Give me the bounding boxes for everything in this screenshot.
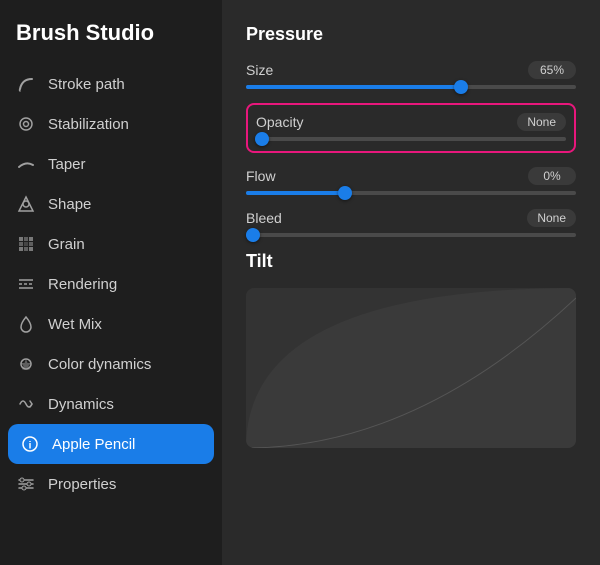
size-thumb[interactable] xyxy=(454,80,468,94)
tilt-section-title: Tilt xyxy=(246,251,576,272)
sidebar-item-shape[interactable]: Shape xyxy=(0,184,222,224)
bleed-slider-row: Bleed None xyxy=(246,209,576,237)
opacity-thumb[interactable] xyxy=(255,132,269,146)
flow-slider-row: Flow 0% xyxy=(246,167,576,195)
app-title: Brush Studio xyxy=(0,20,222,64)
stabilization-icon xyxy=(16,114,36,134)
sidebar-item-apple-pencil[interactable]: i Apple Pencil xyxy=(8,424,214,464)
bleed-track[interactable] xyxy=(246,233,576,237)
size-value: 65% xyxy=(528,61,576,79)
sidebar-label-dynamics: Dynamics xyxy=(48,396,114,413)
sidebar-item-wet-mix[interactable]: Wet Mix xyxy=(0,304,222,344)
sidebar-item-taper[interactable]: Taper xyxy=(0,144,222,184)
sidebar-item-properties[interactable]: Properties xyxy=(0,464,222,504)
size-label: Size xyxy=(246,62,273,78)
flow-label: Flow xyxy=(246,168,276,184)
opacity-highlight-box: Opacity None xyxy=(246,103,576,153)
wet-mix-icon xyxy=(16,314,36,334)
flow-fill xyxy=(246,191,345,195)
sidebar-item-grain[interactable]: Grain xyxy=(0,224,222,264)
sidebar-label-rendering: Rendering xyxy=(48,276,117,293)
sidebar-item-dynamics[interactable]: Dynamics xyxy=(0,384,222,424)
rendering-icon xyxy=(16,274,36,294)
flow-thumb[interactable] xyxy=(338,186,352,200)
color-dynamics-icon xyxy=(16,354,36,374)
tilt-section: Tilt 0° xyxy=(246,251,576,448)
opacity-label: Opacity xyxy=(256,114,303,130)
main-panel: Pressure Size 65% Opacity None Flow 0% xyxy=(222,0,600,565)
sidebar: Brush Studio Stroke path Stabilization T… xyxy=(0,0,222,565)
opacity-value: None xyxy=(517,113,566,131)
shape-icon xyxy=(16,194,36,214)
sidebar-item-color-dynamics[interactable]: Color dynamics xyxy=(0,344,222,384)
grain-icon xyxy=(16,234,36,254)
pressure-section-title: Pressure xyxy=(246,24,576,45)
sidebar-label-color-dynamics: Color dynamics xyxy=(48,356,151,373)
opacity-track[interactable] xyxy=(256,137,566,141)
sidebar-item-rendering[interactable]: Rendering xyxy=(0,264,222,304)
flow-value: 0% xyxy=(528,167,576,185)
size-slider-row: Size 65% xyxy=(246,61,576,89)
sidebar-item-stabilization[interactable]: Stabilization xyxy=(0,104,222,144)
sidebar-label-stabilization: Stabilization xyxy=(48,116,129,133)
stroke-path-icon xyxy=(16,74,36,94)
properties-icon xyxy=(16,474,36,494)
size-fill xyxy=(246,85,461,89)
flow-track[interactable] xyxy=(246,191,576,195)
sidebar-label-stroke-path: Stroke path xyxy=(48,76,125,93)
opacity-slider-row: Opacity None xyxy=(256,113,566,141)
apple-pencil-icon: i xyxy=(20,434,40,454)
sidebar-label-properties: Properties xyxy=(48,476,116,493)
sidebar-label-grain: Grain xyxy=(48,236,85,253)
sidebar-label-wet-mix: Wet Mix xyxy=(48,316,102,333)
bleed-thumb[interactable] xyxy=(246,228,260,242)
size-track[interactable] xyxy=(246,85,576,89)
bleed-label: Bleed xyxy=(246,210,282,226)
bleed-value: None xyxy=(527,209,576,227)
sidebar-item-stroke-path[interactable]: Stroke path xyxy=(0,64,222,104)
sidebar-label-taper: Taper xyxy=(48,156,86,173)
taper-icon xyxy=(16,154,36,174)
sidebar-label-apple-pencil: Apple Pencil xyxy=(52,436,135,453)
svg-text:i: i xyxy=(29,441,32,452)
dynamics-icon xyxy=(16,394,36,414)
sidebar-label-shape: Shape xyxy=(48,196,91,213)
tilt-chart[interactable]: 0° xyxy=(246,288,576,448)
